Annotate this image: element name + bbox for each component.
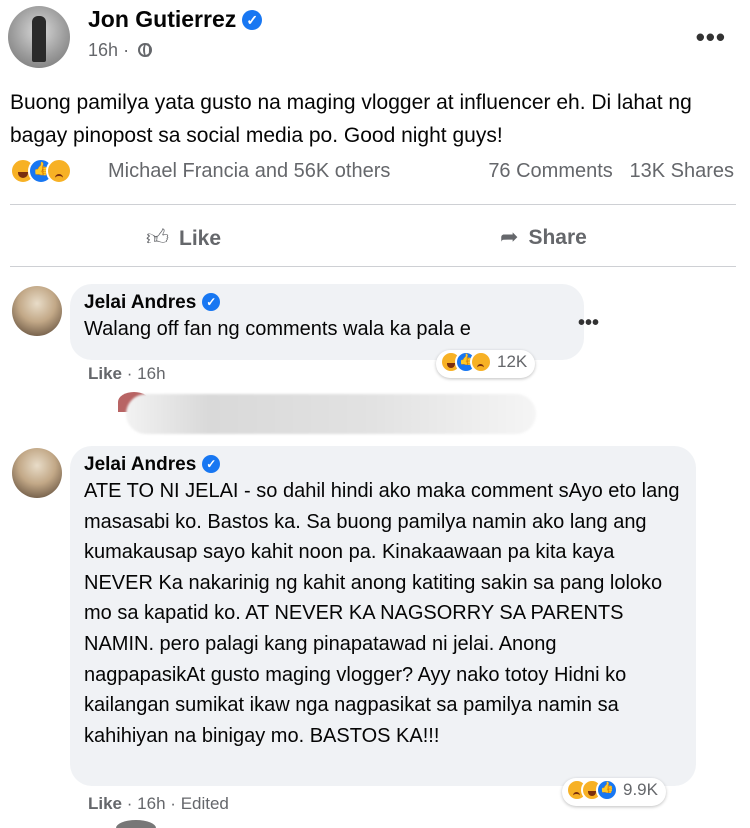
comment-author[interactable]: Jelai Andres ✓	[84, 292, 570, 314]
more-options-icon[interactable]: •••	[696, 22, 726, 53]
meta-separator: ·	[123, 40, 130, 60]
like-button[interactable]: 👍︎ Like	[146, 224, 221, 251]
globe-icon	[138, 43, 153, 57]
verified-badge-icon: ✓	[202, 455, 221, 473]
post-counts: 76 Comments 13K Shares	[488, 160, 734, 183]
post-actions: 👍︎ Like ➦ Share	[10, 212, 736, 262]
comment-reaction-count: 9.9K	[623, 780, 658, 799]
author-avatar[interactable]	[8, 6, 70, 68]
comment-like-link[interactable]: Like	[88, 364, 122, 383]
commenter-avatar[interactable]	[12, 448, 62, 498]
reaction-summary[interactable]: Michael Francia and 56K others	[108, 160, 390, 183]
post-stats: Michael Francia and 56K others 76 Commen…	[10, 158, 740, 190]
comment-text: ATE TO NI JELAI - so dahil hindi ako mak…	[84, 480, 680, 747]
commenter-avatar[interactable]	[12, 286, 62, 336]
comment-time[interactable]: 16h	[137, 364, 165, 383]
comment-author-name[interactable]: Jelai Andres	[84, 292, 196, 313]
post-meta: 16h ·	[88, 40, 153, 61]
comment-actions: Like · 16h · Edited	[88, 794, 229, 814]
comment-time[interactable]: 16h	[137, 794, 165, 813]
shares-count[interactable]: 13K Shares	[629, 160, 734, 182]
post-header: Jon Gutierrez ✓ 16h · •••	[8, 6, 742, 68]
verified-badge-icon: ✓	[202, 293, 221, 311]
comment-reaction-count: 12K	[497, 352, 528, 371]
sad-icon	[46, 158, 72, 184]
comment-reactions[interactable]: 12K	[436, 350, 536, 378]
comment-more-icon[interactable]: •••	[578, 312, 599, 335]
comment-bubble: Jelai Andres ✓ Walang off fan ng comments…	[70, 284, 584, 360]
comment-text: Walang off fan ng comments wala ka pala …	[84, 318, 471, 340]
redacted-reply	[126, 394, 536, 434]
comment-reactions[interactable]: 9.9K	[562, 778, 666, 806]
comment-separator: ·	[126, 364, 133, 383]
next-commenter-avatar	[116, 820, 156, 828]
post-author-name[interactable]: Jon Gutierrez	[88, 6, 236, 32]
share-button[interactable]: ➦ Share	[500, 224, 587, 250]
thumbs-up-icon: 👍︎	[146, 225, 169, 250]
divider	[10, 204, 736, 205]
comment-author-name[interactable]: Jelai Andres	[84, 454, 196, 475]
comment-edited[interactable]: Edited	[181, 794, 229, 813]
share-button-label: Share	[528, 226, 587, 249]
comment-author[interactable]: Jelai Andres ✓	[84, 454, 682, 476]
comment-separator: ·	[170, 794, 176, 813]
reaction-icons[interactable]	[10, 158, 72, 184]
post-text: Buong pamilya yata gusto na maging vlogg…	[10, 91, 692, 147]
comment-like-link[interactable]: Like	[88, 794, 122, 813]
comment-actions: Like · 16h	[88, 364, 166, 384]
post-timestamp[interactable]: 16h	[88, 40, 118, 60]
comments-count[interactable]: 76 Comments	[488, 160, 613, 182]
share-arrow-icon: ➦	[500, 224, 519, 249]
comment-bubble: Jelai Andres ✓ ATE TO NI JELAI - so dahil…	[70, 446, 696, 786]
comment-separator: ·	[126, 794, 133, 813]
like-button-label: Like	[179, 227, 222, 250]
like-icon	[596, 779, 618, 801]
verified-badge-icon: ✓	[242, 10, 263, 30]
sad-icon	[470, 351, 492, 373]
divider	[10, 266, 736, 267]
post-author[interactable]: Jon Gutierrez ✓	[88, 6, 263, 33]
